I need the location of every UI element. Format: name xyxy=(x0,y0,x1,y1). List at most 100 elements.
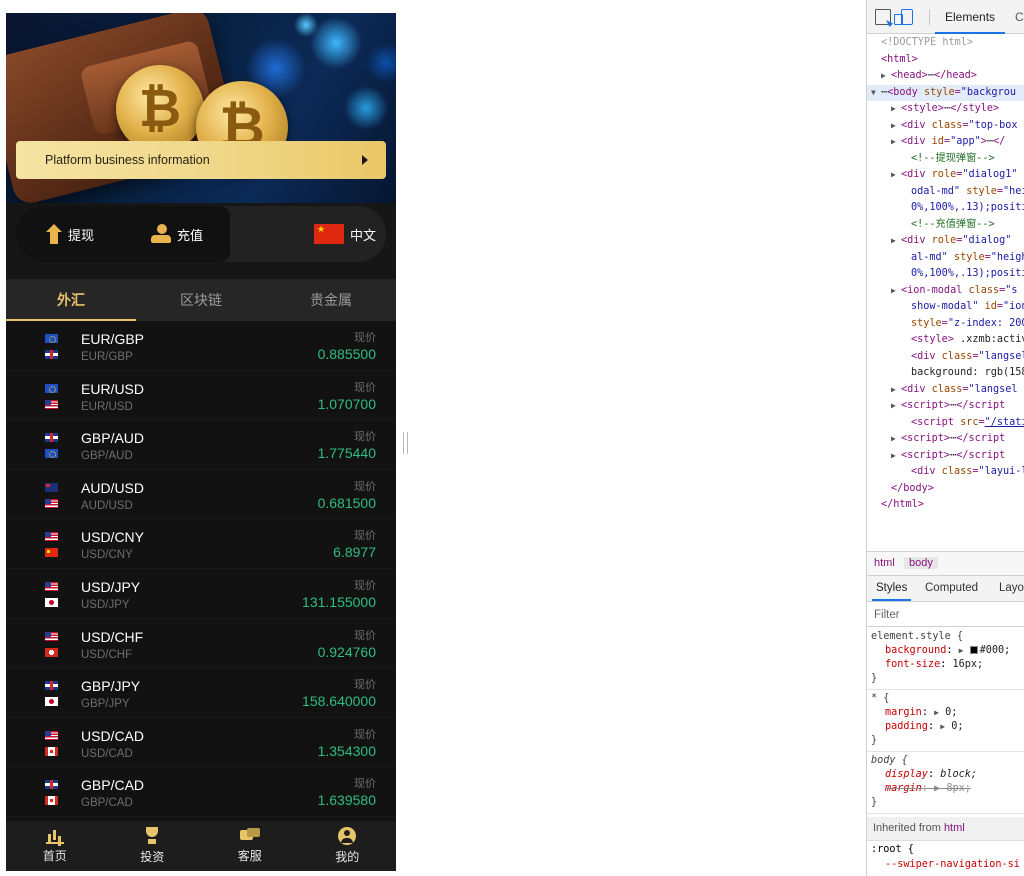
css-declaration[interactable]: background: ▶ #000; xyxy=(871,644,1024,658)
recharge-button[interactable]: 充值 xyxy=(151,206,203,262)
expand-triangle-icon[interactable]: ▶ xyxy=(891,167,896,184)
trophy-icon xyxy=(145,827,159,845)
pair-flags xyxy=(45,631,59,664)
dom-node-line[interactable]: <html> xyxy=(867,52,1024,69)
expand-triangle-icon[interactable]: ▼ xyxy=(871,85,876,102)
expand-triangle-icon[interactable]: ▶ xyxy=(891,448,896,465)
css-declaration[interactable]: font-size: 16px; xyxy=(871,658,1024,672)
expand-triangle-icon[interactable]: ▶ xyxy=(891,101,896,118)
tab-computed[interactable]: Computed xyxy=(925,582,978,594)
inherited-from-header: Inherited from html xyxy=(867,817,1024,841)
dom-node-line[interactable]: <script src="/stati xyxy=(867,415,1024,432)
inherited-tag-link[interactable]: html xyxy=(944,822,965,834)
language-selector[interactable]: 中文 xyxy=(314,206,376,262)
pair-price: 1.775440 xyxy=(317,445,376,462)
dom-node-line[interactable]: ▶ <div role="dialog1" xyxy=(867,167,1024,184)
expand-triangle-icon[interactable]: ▶ xyxy=(881,68,886,85)
dom-node-line[interactable]: background: rgb(158 xyxy=(867,365,1024,382)
dom-node-line[interactable]: al-md" style="heigh xyxy=(867,250,1024,267)
dom-node-line[interactable]: ▶ <div role="dialog" xyxy=(867,233,1024,250)
expand-triangle-icon[interactable]: ▶ xyxy=(891,233,896,250)
dom-node-line[interactable]: show-modal" id="ion xyxy=(867,299,1024,316)
css-declaration[interactable]: padding: ▶ 0; xyxy=(871,720,1024,734)
expand-triangle-icon[interactable]: ▶ xyxy=(891,118,896,135)
dom-node-line[interactable]: </html> xyxy=(867,497,1024,514)
breadcrumb: html body xyxy=(867,551,1024,576)
language-label: 中文 xyxy=(350,227,377,243)
eu-flag-icon xyxy=(45,449,58,459)
nav-service[interactable]: 客服 xyxy=(201,821,299,871)
currency-pair-row[interactable]: USD/CHF USD/CHF 现价 0.924760 xyxy=(6,618,396,669)
tab-forex[interactable]: 外汇 xyxy=(6,279,136,321)
tab-console[interactable]: Co xyxy=(1015,0,1024,34)
currency-pair-row[interactable]: EUR/GBP EUR/GBP 现价 0.885500 xyxy=(6,321,396,371)
platform-info-banner-button[interactable]: Platform business information xyxy=(16,141,386,179)
css-declaration[interactable]: --swiper-navigation-si xyxy=(871,857,1024,872)
pair-subtitle: GBP/CAD xyxy=(81,797,133,810)
dom-node-line[interactable]: ▶ <div class="langsel xyxy=(867,382,1024,399)
quick-actions-bar: 提现 充值 中文 xyxy=(6,203,396,279)
currency-pair-row[interactable]: USD/CAD USD/CAD 现价 1.354300 xyxy=(6,717,396,768)
breadcrumb-body[interactable]: body xyxy=(904,557,938,569)
dom-node-line[interactable]: 0%,100%,.13);positi xyxy=(867,266,1024,283)
currency-pair-row[interactable]: GBP/JPY GBP/JPY 现价 158.640000 xyxy=(6,668,396,718)
currency-pair-row[interactable]: AUD/USD AUD/USD 现价 0.681500 xyxy=(6,469,396,520)
dom-node-line[interactable]: <!DOCTYPE html> xyxy=(867,35,1024,52)
dom-node-line[interactable]: ▶ <div class="top-box xyxy=(867,118,1024,135)
expand-triangle-icon[interactable]: ▶ xyxy=(891,134,896,151)
currency-pair-row[interactable]: USD/JPY USD/JPY 现价 131.155000 xyxy=(6,568,396,619)
currency-pair-row[interactable]: GBP/CAD GBP/CAD 现价 1.639580 xyxy=(6,767,396,817)
dom-node-line[interactable]: ▶ <head>⋯</head> xyxy=(867,68,1024,85)
expand-triangle-icon[interactable]: ▶ xyxy=(891,382,896,399)
dom-node-line[interactable]: <!--提现弹窗--> xyxy=(867,151,1024,168)
dom-node-line[interactable]: <div class="layui-l xyxy=(867,464,1024,481)
pair-price: 6.8977 xyxy=(333,544,376,561)
tab-blockchain[interactable]: 区块链 xyxy=(136,279,266,321)
dom-node-line[interactable]: ▶ <script>⋯</script xyxy=(867,448,1024,465)
dom-node-line[interactable]: odal-md" style="hei xyxy=(867,184,1024,201)
panel-resize-handle[interactable] xyxy=(403,432,408,454)
nav-invest[interactable]: 投资 xyxy=(104,821,202,871)
dom-node-line[interactable]: ▼ ⋯<body style="backgrou xyxy=(867,84,1024,102)
inspect-element-icon[interactable] xyxy=(875,9,891,25)
nav-home[interactable]: 首页 xyxy=(6,821,104,871)
withdraw-button[interactable]: 提现 xyxy=(46,206,94,262)
currency-pair-row[interactable]: USD/CNY USD/CNY 现价 6.8977 xyxy=(6,519,396,569)
tab-precious-metals[interactable]: 贵金属 xyxy=(266,279,396,321)
dom-node-line[interactable]: ▶ <div id="app">⋯</ xyxy=(867,134,1024,151)
css-declaration-overridden[interactable]: margin: ▶ 8px; xyxy=(871,782,1024,796)
expand-triangle-icon[interactable]: ▶ xyxy=(891,283,896,300)
breadcrumb-html[interactable]: html xyxy=(874,557,895,569)
tab-styles[interactable]: Styles xyxy=(871,582,912,601)
dom-node-line[interactable]: style="z-index: 200 xyxy=(867,316,1024,333)
currency-pair-row[interactable]: EUR/USD EUR/USD 现价 1.070700 xyxy=(6,370,396,421)
price-label: 现价 xyxy=(354,530,376,543)
dom-node-line[interactable]: </body> xyxy=(867,481,1024,498)
expand-triangle-icon[interactable]: ▶ xyxy=(891,398,896,415)
pair-price: 158.640000 xyxy=(302,693,376,710)
expand-triangle-icon[interactable]: ▶ xyxy=(891,431,896,448)
tab-layout[interactable]: Layou xyxy=(999,582,1024,594)
css-declaration[interactable]: margin: ▶ 0; xyxy=(871,706,1024,720)
dom-node-line[interactable]: <div class="langsel xyxy=(867,349,1024,366)
us-flag-icon xyxy=(45,399,58,409)
nav-profile[interactable]: 我的 xyxy=(299,821,397,871)
styles-pane-tabs: Styles Computed Layou xyxy=(867,576,1024,602)
dom-node-line[interactable]: <!--充值弹窗--> xyxy=(867,217,1024,234)
dom-node-line[interactable]: <style> .xzmb:activ xyxy=(867,332,1024,349)
css-declaration[interactable]: display: block; xyxy=(871,768,1024,782)
device-toolbar-icon[interactable] xyxy=(894,9,913,25)
dom-node-line[interactable]: ▶ <script>⋯</script xyxy=(867,431,1024,448)
tab-elements[interactable]: Elements xyxy=(934,0,1006,34)
css-rules: element.style { background: ▶ #000; font… xyxy=(867,628,1024,814)
price-label: 现价 xyxy=(354,679,376,692)
pair-flags xyxy=(45,780,59,812)
dom-node-line[interactable]: ▶ <style>⋯</style> xyxy=(867,101,1024,118)
dom-node-line[interactable]: ▶ <ion-modal class="s xyxy=(867,283,1024,300)
color-swatch-icon[interactable] xyxy=(969,646,978,654)
dom-node-line[interactable]: 0%,100%,.13);positi xyxy=(867,200,1024,217)
currency-pair-row[interactable]: GBP/AUD GBP/AUD 现价 1.775440 xyxy=(6,420,396,470)
dom-node-line[interactable]: ▶ <script>⋯</script xyxy=(867,398,1024,415)
uk-flag-icon xyxy=(45,780,58,790)
styles-filter-input[interactable]: Filter xyxy=(867,603,1024,627)
